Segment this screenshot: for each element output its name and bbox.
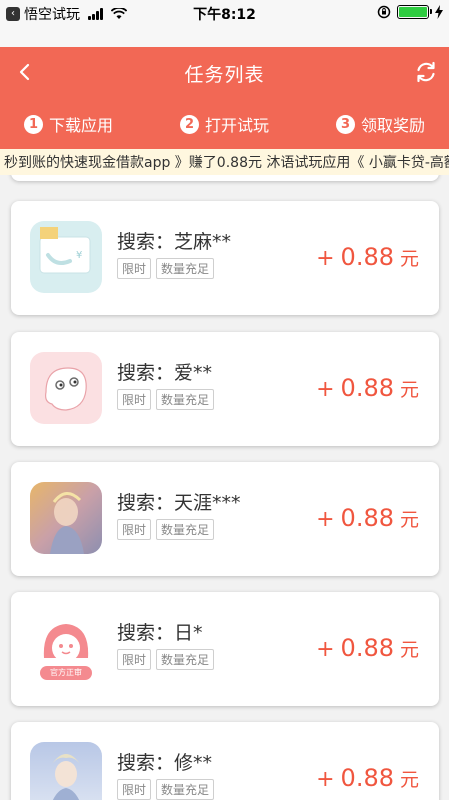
reward-amount: + 0.88 元 <box>316 504 419 532</box>
pink-mascot-icon: 官方正审 <box>30 612 102 684</box>
refresh-icon[interactable] <box>411 57 441 87</box>
reward-amount: + 0.88 元 <box>316 374 419 402</box>
step-number: 3 <box>336 114 355 134</box>
previous-task-card[interactable] <box>11 175 439 181</box>
warrior-game-icon <box>30 482 102 554</box>
step-claim-reward: 3 领取奖励 <box>336 112 425 136</box>
task-card[interactable]: 搜索：修** 限时 数量充足 + 0.88 元 <box>11 722 439 800</box>
reward-plus: + <box>316 377 335 402</box>
reward-unit: 元 <box>399 248 419 270</box>
charging-bolt-icon <box>435 5 443 19</box>
step-open-trial: 2 打开试玩 <box>180 112 269 136</box>
task-tags: 限时 数量充足 <box>117 389 215 410</box>
task-title: 搜索：修** <box>117 752 213 774</box>
icon-caption: 官方正审 <box>50 668 82 677</box>
ticker-text: 秒到账的快速现金借款app 》赚了0.88元 沐语试玩应用《 小赢卡贷-高额 <box>4 155 449 171</box>
battery-icon <box>397 5 432 19</box>
reward-value: 0.88 <box>340 504 394 532</box>
tag-limited: 限时 <box>117 389 152 410</box>
task-title: 搜索：天涯*** <box>117 492 241 514</box>
reward-value: 0.88 <box>340 634 394 662</box>
earnings-ticker: 秒到账的快速现金借款app 》赚了0.88元 沐语试玩应用《 小赢卡贷-高额 <box>0 149 449 175</box>
task-steps: 1 下载应用 2 打开试玩 3 领取奖励 <box>0 97 449 149</box>
task-tags: 限时 数量充足 <box>117 519 215 540</box>
task-tags: 限时 数量充足 <box>117 649 215 670</box>
tag-stock: 数量充足 <box>156 779 215 800</box>
reward-amount: + 0.88 元 <box>316 764 419 792</box>
tag-limited: 限时 <box>117 779 152 800</box>
reward-value: 0.88 <box>340 764 394 792</box>
reward-plus: + <box>316 246 335 271</box>
svg-text:¥: ¥ <box>76 250 82 261</box>
notch-strip <box>0 26 449 47</box>
page-title: 任务列表 <box>184 64 265 86</box>
reward-plus: + <box>316 637 335 662</box>
task-tags: 限时 数量充足 <box>117 779 215 800</box>
step-number: 2 <box>180 114 199 134</box>
reward-value: 0.88 <box>340 243 394 271</box>
tag-stock: 数量充足 <box>156 389 215 410</box>
task-title: 搜索：爱** <box>117 362 213 384</box>
reward-amount: + 0.88 元 <box>316 634 419 662</box>
task-list[interactable]: ¥ 搜索：芝麻** 限时 数量充足 + 0.88 元 搜索：爱** 限时 数量充… <box>0 175 449 800</box>
step-label: 打开试玩 <box>205 116 270 135</box>
step-number: 1 <box>24 114 43 134</box>
tag-limited: 限时 <box>117 649 152 670</box>
task-card[interactable]: 搜索：爱** 限时 数量充足 + 0.88 元 <box>11 332 439 446</box>
task-card[interactable]: 官方正审 搜索：日* 限时 数量充足 + 0.88 元 <box>11 592 439 706</box>
status-bar: ‹ 悟空试玩 下午8:12 <box>0 0 449 26</box>
wallet-card-icon: ¥ <box>30 221 102 293</box>
reward-unit: 元 <box>399 379 419 401</box>
fantasy-hero-icon <box>30 742 102 800</box>
tag-stock: 数量充足 <box>156 649 215 670</box>
header: 任务列表 1 下载应用 2 打开试玩 3 领取奖励 <box>0 47 449 149</box>
task-card[interactable]: ¥ 搜索：芝麻** 限时 数量充足 + 0.88 元 <box>11 201 439 315</box>
step-download: 1 下载应用 <box>24 112 113 136</box>
step-label: 下载应用 <box>49 116 114 135</box>
reward-value: 0.88 <box>340 374 394 402</box>
task-tags: 限时 数量充足 <box>117 258 215 279</box>
rotation-lock-icon <box>377 5 391 19</box>
reward-unit: 元 <box>399 639 419 661</box>
reward-unit: 元 <box>399 509 419 531</box>
step-label: 领取奖励 <box>361 116 426 135</box>
tag-limited: 限时 <box>117 519 152 540</box>
reward-amount: + 0.88 元 <box>316 243 419 271</box>
tag-stock: 数量充足 <box>156 258 215 279</box>
task-card[interactable]: 搜索：天涯*** 限时 数量充足 + 0.88 元 <box>11 462 439 576</box>
task-title: 搜索：芝麻** <box>117 231 232 253</box>
reward-plus: + <box>316 507 335 532</box>
nav-bar: 任务列表 <box>0 47 449 97</box>
cute-face-icon <box>30 352 102 424</box>
reward-plus: + <box>316 767 335 792</box>
tag-limited: 限时 <box>117 258 152 279</box>
reward-unit: 元 <box>399 769 419 791</box>
task-title: 搜索：日* <box>117 622 203 644</box>
tag-stock: 数量充足 <box>156 519 215 540</box>
